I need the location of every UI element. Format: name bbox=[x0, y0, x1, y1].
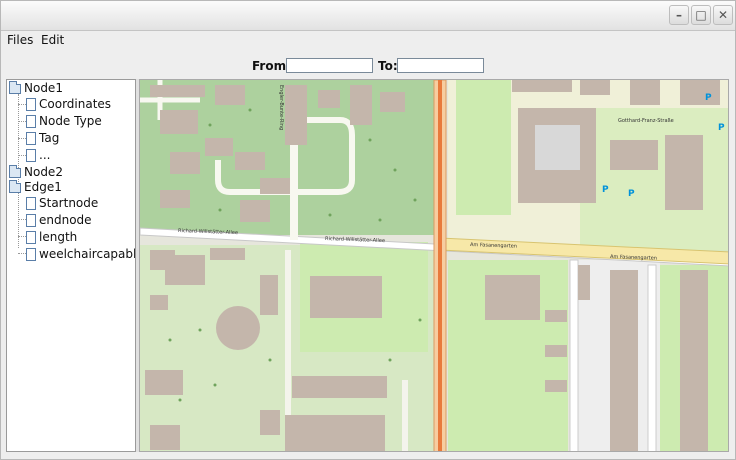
building bbox=[545, 380, 567, 392]
tree-connector bbox=[18, 138, 26, 139]
building bbox=[150, 85, 205, 97]
close-icon: ✕ bbox=[717, 8, 729, 22]
building bbox=[260, 410, 280, 435]
map-canvas: P P P P Richard-Willstätter-Allee Richar… bbox=[140, 80, 728, 451]
building bbox=[170, 152, 200, 174]
document-icon bbox=[26, 197, 36, 210]
parking-sign: P bbox=[705, 93, 712, 103]
building bbox=[160, 190, 190, 208]
building-round bbox=[216, 306, 260, 350]
document-icon bbox=[26, 98, 36, 111]
folder-icon bbox=[9, 81, 21, 94]
building bbox=[680, 270, 708, 451]
building bbox=[150, 295, 168, 310]
document-icon bbox=[26, 149, 36, 162]
grass-area bbox=[456, 80, 511, 215]
document-icon bbox=[26, 132, 36, 145]
building bbox=[380, 92, 405, 112]
grass-area bbox=[580, 108, 728, 253]
building bbox=[160, 110, 198, 134]
tree-node-label: Node2 bbox=[24, 165, 63, 179]
document-icon bbox=[26, 214, 36, 227]
courtyard bbox=[535, 125, 580, 170]
tree-node-label: Startnode bbox=[39, 196, 99, 210]
building bbox=[630, 80, 660, 105]
document-icon bbox=[26, 248, 36, 261]
tree-node-label: length bbox=[39, 230, 78, 244]
building bbox=[512, 80, 572, 92]
tree-connector bbox=[18, 219, 26, 220]
tree-panel: Node1 Coordinates Node Type Tag ... Node… bbox=[6, 79, 136, 452]
building bbox=[285, 415, 385, 451]
building bbox=[150, 425, 180, 450]
building bbox=[310, 276, 382, 318]
tree-connector bbox=[18, 236, 26, 237]
tree-node-label: Edge1 bbox=[24, 180, 62, 194]
building bbox=[292, 376, 387, 398]
path-road bbox=[402, 380, 408, 451]
building bbox=[665, 135, 703, 210]
building bbox=[145, 370, 183, 395]
minimize-icon: – bbox=[676, 8, 682, 22]
building bbox=[318, 90, 340, 108]
tree-node-label: weelchaircapable bbox=[39, 247, 136, 261]
street-hertzstrasse bbox=[569, 259, 579, 451]
menu-files[interactable]: Files bbox=[7, 33, 33, 47]
building bbox=[205, 138, 233, 156]
building bbox=[165, 255, 205, 285]
building bbox=[545, 345, 567, 357]
street-label: Engler-Bunte-Ring bbox=[278, 85, 284, 130]
tree-node-label: Tag bbox=[39, 131, 60, 145]
application-window: – □ ✕ Files Edit From: To: Node1 Coordin… bbox=[0, 0, 736, 460]
building bbox=[545, 310, 567, 322]
close-button[interactable]: ✕ bbox=[713, 5, 733, 25]
maximize-icon: □ bbox=[695, 8, 707, 22]
folder-icon bbox=[9, 165, 21, 178]
to-label: To: bbox=[378, 59, 398, 73]
street-ernst-gaber bbox=[647, 264, 657, 451]
document-icon bbox=[26, 115, 36, 128]
building bbox=[610, 140, 658, 170]
title-bar[interactable]: – □ ✕ bbox=[1, 1, 735, 31]
parking-sign: P bbox=[628, 189, 635, 199]
tree-connector bbox=[18, 253, 26, 254]
parking-sign: P bbox=[718, 123, 725, 133]
building bbox=[260, 178, 290, 194]
building bbox=[350, 85, 372, 125]
to-field[interactable] bbox=[397, 58, 484, 73]
building bbox=[580, 80, 610, 95]
tree-connector bbox=[18, 104, 26, 105]
tree-node-label: Node1 bbox=[24, 81, 63, 95]
map-view[interactable]: P P P P Richard-Willstätter-Allee Richar… bbox=[139, 79, 729, 452]
tree-connector bbox=[18, 121, 26, 122]
building bbox=[285, 85, 307, 145]
building bbox=[485, 275, 540, 320]
building bbox=[610, 270, 638, 451]
tree-node-label: Node Type bbox=[39, 114, 102, 128]
tree-node-label: Coordinates bbox=[39, 97, 112, 111]
building bbox=[680, 80, 720, 105]
building bbox=[240, 200, 270, 222]
building bbox=[210, 248, 245, 260]
building bbox=[578, 265, 590, 300]
from-field[interactable] bbox=[286, 58, 373, 73]
parking-sign: P bbox=[602, 185, 609, 195]
tree-node-label: endnode bbox=[39, 213, 92, 227]
tree-connector bbox=[18, 155, 26, 156]
menu-bar: Files Edit bbox=[1, 31, 735, 49]
street-label: Gotthard-Franz-Straße bbox=[618, 118, 674, 124]
minimize-button[interactable]: – bbox=[669, 5, 689, 25]
folder-icon bbox=[9, 180, 21, 193]
building bbox=[235, 152, 265, 170]
tram-line bbox=[438, 80, 442, 451]
building bbox=[215, 85, 245, 105]
tree-node-label: ... bbox=[39, 148, 51, 162]
document-icon bbox=[26, 231, 36, 244]
menu-edit[interactable]: Edit bbox=[41, 33, 64, 47]
maximize-button[interactable]: □ bbox=[691, 5, 711, 25]
building bbox=[260, 275, 278, 315]
